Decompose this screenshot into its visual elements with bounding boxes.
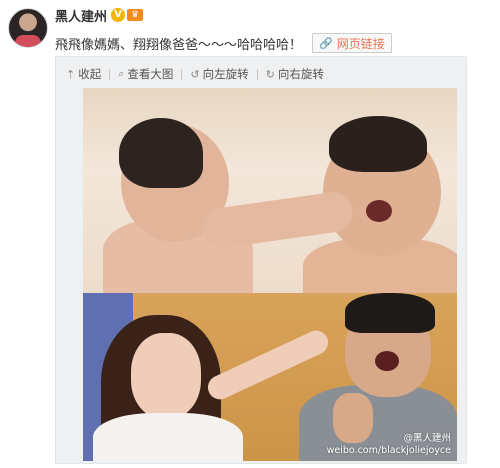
collapse-icon: ⇡ bbox=[66, 67, 76, 81]
toolbar-divider bbox=[181, 68, 183, 80]
verified-icon[interactable]: V bbox=[111, 8, 126, 22]
magnifier-icon: ⌕ bbox=[118, 67, 125, 80]
rotate-left-button[interactable]: ↺ 向左旋转 bbox=[190, 66, 248, 82]
parents-photo: @黑人建州 weibo.com/blackjoliejoyce bbox=[83, 293, 457, 461]
woman-dress bbox=[93, 413, 243, 461]
post-text-row: 飛飛像媽媽、翔翔像爸爸～～～哈哈哈哈！ 🔗 网页链接 bbox=[55, 32, 492, 54]
toolbar-divider bbox=[256, 68, 258, 80]
watermark-handle: @黑人建州 bbox=[403, 433, 451, 444]
weblink-button[interactable]: 🔗 网页链接 bbox=[312, 33, 392, 53]
view-large-label: 查看大图 bbox=[127, 67, 174, 81]
rotate-left-icon: ↺ bbox=[190, 67, 200, 81]
woman-arm bbox=[204, 326, 332, 404]
man-mouth bbox=[375, 351, 399, 371]
username[interactable]: 黑人建州 bbox=[55, 6, 107, 25]
photo-watermark: @黑人建州 weibo.com/blackjoliejoyce bbox=[327, 433, 451, 457]
media-toolbar: ⇡ 收起 ⌕ 查看大图 ↺ 向左旋转 ↻ 向右旋转 bbox=[66, 65, 324, 83]
view-large-button[interactable]: ⌕ 查看大图 bbox=[118, 66, 173, 82]
post-photo[interactable]: @黑人建州 weibo.com/blackjoliejoyce bbox=[83, 88, 457, 461]
watermark-url: weibo.com/blackjoliejoyce bbox=[326, 445, 451, 456]
rotate-right-icon: ↻ bbox=[265, 67, 275, 81]
name-row: 黑人建州 V ♛ bbox=[55, 6, 492, 25]
baby-left-hair bbox=[119, 118, 203, 188]
avatar[interactable] bbox=[8, 8, 48, 48]
rotate-right-button[interactable]: ↻ 向右旋转 bbox=[266, 66, 324, 82]
toolbar-divider bbox=[109, 68, 111, 80]
media-panel: ⇡ 收起 ⌕ 查看大图 ↺ 向左旋转 ↻ 向右旋转 @黑人建州 weibo.co… bbox=[55, 56, 467, 464]
link-icon: 🔗 bbox=[319, 36, 333, 50]
collapse-button[interactable]: ⇡ 收起 bbox=[66, 66, 101, 82]
post-text: 飛飛像媽媽、翔翔像爸爸～～～哈哈哈哈！ bbox=[55, 37, 303, 53]
baby-right-hair bbox=[329, 116, 427, 172]
woman-face bbox=[131, 333, 201, 419]
babies-photo bbox=[83, 88, 457, 308]
post: 黑人建州 V ♛ 飛飛像媽媽、翔翔像爸爸～～～哈哈哈哈！ 🔗 网页链接 bbox=[55, 6, 492, 54]
avatar-shirt bbox=[15, 35, 41, 47]
rotate-right-label: 向右旋转 bbox=[277, 67, 324, 81]
man-hair bbox=[345, 293, 435, 333]
crown-icon[interactable]: ♛ bbox=[127, 9, 144, 21]
collapse-label: 收起 bbox=[78, 67, 102, 81]
baby-right-mouth bbox=[366, 200, 392, 222]
weblink-label: 网页链接 bbox=[336, 36, 385, 51]
rotate-left-label: 向左旋转 bbox=[202, 67, 249, 81]
